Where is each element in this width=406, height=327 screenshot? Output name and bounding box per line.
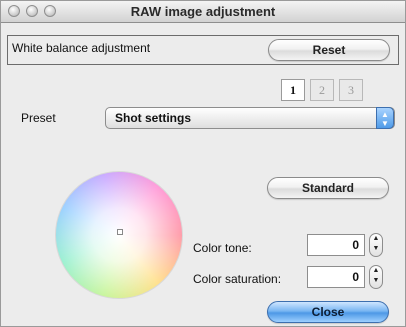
color-saturation-stepper-icon[interactable]: ▲ ▼ [369,265,383,289]
preset-select[interactable]: Shot settings ▲ ▼ [105,107,395,129]
standard-button[interactable]: Standard [267,177,389,199]
color-wheel[interactable] [55,171,183,299]
white-balance-label: White balance adjustment [12,41,151,55]
color-tone-label: Color tone: [193,241,252,255]
close-button[interactable]: Close [267,301,389,323]
preset-label: Preset [21,111,56,125]
color-tone-stepper-icon[interactable]: ▲ ▼ [369,233,383,257]
raw-adjustment-window: RAW image adjustment White balance adjus… [0,0,406,327]
tab-1[interactable]: 1 [281,79,305,101]
up-down-chevron-icon: ▲ ▼ [376,107,394,129]
color-tone-input[interactable]: 0 [307,234,365,256]
white-balance-bar: White balance adjustment Reset [7,35,399,65]
tab-3[interactable]: 3 [339,79,363,101]
preset-selected-value: Shot settings [115,111,192,125]
color-saturation-label: Color saturation: [193,272,282,286]
tab-2[interactable]: 2 [310,79,334,101]
window-title: RAW image adjustment [130,4,276,19]
color-wheel-marker[interactable] [117,229,123,235]
color-saturation-input[interactable]: 0 [307,266,365,288]
title-bar[interactable]: RAW image adjustment [1,1,405,23]
reset-button[interactable]: Reset [268,39,390,61]
